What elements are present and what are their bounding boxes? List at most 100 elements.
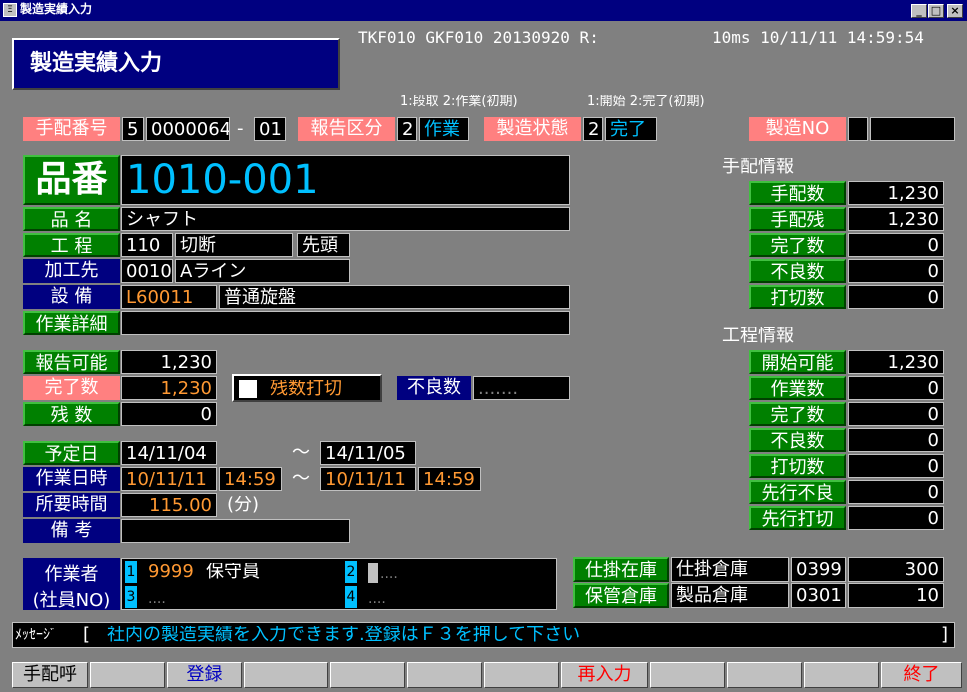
worker-grid: 1 9999 保守員 2 .... 3 .... 4 .... [121, 558, 557, 610]
process-row-label: 完了数 [749, 402, 846, 426]
storage-warehouse-code[interactable]: 0301 [791, 583, 846, 608]
order-branch-field[interactable]: 01 [254, 117, 286, 141]
process-row-label: 作業数 [749, 376, 846, 400]
process-name-field: 切断 [175, 233, 293, 257]
equipment-code-field[interactable]: L60011 [121, 285, 217, 309]
wip-warehouse-code[interactable]: 0399 [791, 557, 846, 582]
wip-stock-label: 仕掛在庫 [573, 557, 669, 582]
process-label: 工 程 [23, 233, 120, 257]
work-range-tilde: ～ [292, 470, 310, 488]
process-info-title: 工程情報 [722, 327, 794, 345]
order-no-label: 手配番号 [23, 117, 120, 141]
process-row-value: 0 [848, 480, 944, 504]
mfg-status-field[interactable]: 2 [583, 117, 603, 141]
work-end-date[interactable]: 10/11/11 [320, 467, 416, 491]
work-detail-field[interactable] [121, 311, 570, 335]
arrange-row-value: 1,230 [848, 181, 944, 205]
order-dash: - [237, 120, 244, 138]
mfg-status-name: 完了 [605, 117, 657, 141]
window-titlebar: 製造実績入力 [0, 0, 967, 21]
reportable-qty: 1,230 [121, 350, 217, 374]
arrange-info-title: 手配情報 [722, 158, 794, 176]
arrange-row-label: 手配残 [749, 207, 846, 231]
duration-field[interactable]: 115.00 [121, 493, 217, 517]
item-name-label: 品 名 [23, 207, 120, 231]
minimize-button[interactable]: _ [911, 4, 927, 18]
cutoff-checkbox[interactable] [239, 380, 257, 398]
worker-label-1: 作業者 [44, 564, 99, 585]
function-key-f11[interactable] [804, 662, 879, 688]
message-bar: ﾒｯｾｰｼﾞ [ 社内の製造実績を入力できます.登録はＦ３を押して下さい ] [12, 622, 955, 648]
report-type-field[interactable]: 2 [397, 117, 417, 141]
vendor-code-field[interactable]: 0010 [121, 259, 173, 283]
mfg-status-label: 製造状態 [484, 117, 581, 141]
arrange-row-label: 打切数 [749, 285, 846, 309]
function-key-f5[interactable] [330, 662, 405, 688]
function-key-f4[interactable] [244, 662, 328, 688]
order-number-field[interactable]: 0000064 [146, 117, 230, 141]
done-qty-label: 完了数 [23, 376, 120, 400]
worker-slot-3-field[interactable]: .... [148, 592, 166, 606]
done-qty-field[interactable]: 1,230 [121, 376, 217, 400]
worker-slot-1-name: 保守員 [206, 563, 260, 581]
process-code-field[interactable]: 110 [121, 233, 173, 257]
worker-slot-3-number: 3 [125, 586, 137, 608]
vendor-label: 加工先 [23, 259, 120, 283]
storage-warehouse-name: 製品倉庫 [671, 583, 789, 608]
worker-slot-4-field[interactable]: .... [368, 592, 386, 606]
planned-date-label: 予定日 [23, 441, 120, 465]
app-icon[interactable]: Ξ [3, 3, 17, 17]
work-end-time[interactable]: 14:59 [418, 467, 481, 491]
message-close-bracket: ] [941, 626, 949, 644]
worker-slot-1-number: 1 [125, 561, 137, 583]
function-key-f2[interactable] [90, 662, 165, 688]
process-row-value: 0 [848, 428, 944, 452]
process-row-label: 打切数 [749, 454, 846, 478]
process-row-value: 0 [848, 402, 944, 426]
work-start-date[interactable]: 10/11/11 [121, 467, 217, 491]
message-label: ﾒｯｾｰｼﾞ [15, 628, 57, 642]
window-title: 製造実績入力 [20, 2, 93, 16]
message-open-bracket: [ [83, 626, 91, 644]
storage-stock-qty: 10 [848, 583, 944, 608]
worker-slot-2-field[interactable]: .... [380, 567, 398, 581]
close-button[interactable]: × [947, 4, 963, 18]
cutoff-toggle[interactable]: 残数打切 [232, 374, 382, 402]
mfg-no-field-2[interactable] [870, 117, 955, 141]
maximize-button[interactable]: □ [928, 4, 944, 18]
arrange-row-value: 0 [848, 233, 944, 257]
remarks-label: 備 考 [23, 519, 120, 543]
function-key-f12[interactable]: 終了 [881, 662, 962, 688]
process-row-value: 1,230 [848, 350, 944, 374]
part-no-field[interactable]: 1010-001 [121, 155, 570, 205]
remarks-field[interactable] [121, 519, 350, 543]
mfg-no-label: 製造NO [749, 117, 846, 141]
process-row-label: 先行打切 [749, 506, 846, 530]
report-type-label: 報告区分 [298, 117, 395, 141]
function-key-f3[interactable]: 登録 [167, 662, 242, 688]
work-datetime-label: 作業日時 [23, 467, 120, 491]
process-seq-field: 先頭 [297, 233, 350, 257]
function-key-f1[interactable]: 手配呼 [12, 662, 88, 688]
worker-slot-2-number: 2 [345, 561, 357, 583]
function-key-f9[interactable] [650, 662, 725, 688]
storage-stock-label: 保管倉庫 [573, 583, 669, 608]
part-no-label: 品番 [23, 155, 120, 205]
reportable-label: 報告可能 [23, 350, 120, 374]
arrange-row-value: 1,230 [848, 207, 944, 231]
duration-unit: (分) [227, 496, 260, 514]
function-key-f10[interactable] [727, 662, 802, 688]
planned-range-tilde: ～ [292, 444, 310, 462]
function-key-f8[interactable]: 再入力 [561, 662, 648, 688]
function-key-f6[interactable] [407, 662, 482, 688]
wip-stock-qty: 300 [848, 557, 944, 582]
arrange-row-value: 0 [848, 259, 944, 283]
work-start-time[interactable]: 14:59 [219, 467, 282, 491]
mfg-no-field[interactable] [848, 117, 868, 141]
wip-warehouse-name: 仕掛倉庫 [671, 557, 789, 582]
defect-qty-field[interactable]: ....... [473, 376, 570, 400]
order-type-field[interactable]: 5 [122, 117, 144, 141]
worker-slot-1-code[interactable]: 9999 [148, 563, 194, 581]
function-key-f7[interactable] [484, 662, 559, 688]
arrange-row-label: 手配数 [749, 181, 846, 205]
